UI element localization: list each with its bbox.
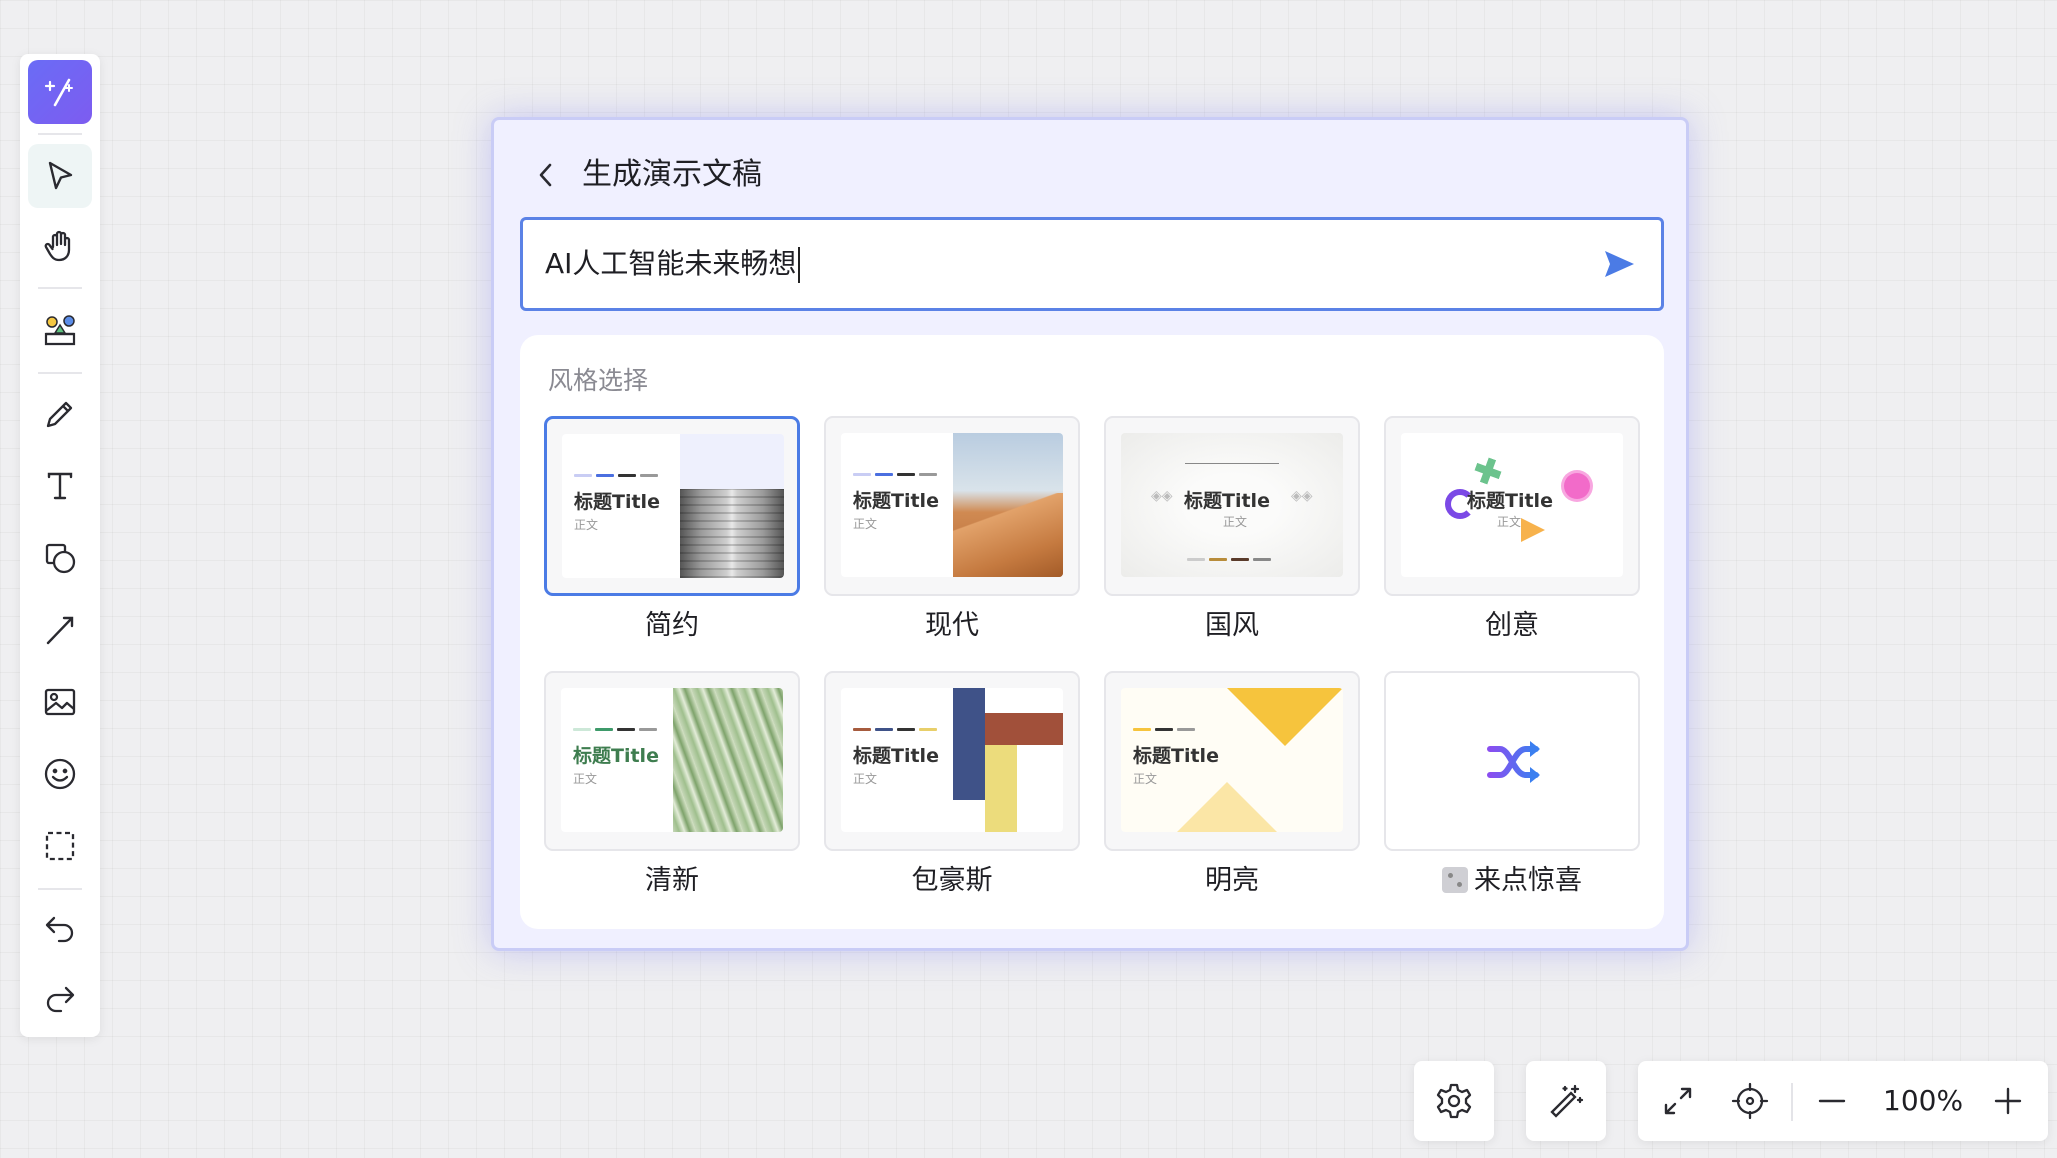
image-icon: [44, 688, 76, 716]
style-card-chinese[interactable]: ◈◈ ◈◈ 标题Title 正文: [1104, 416, 1360, 596]
zoom-out-button[interactable]: [1806, 1075, 1858, 1127]
style-preview: 标题Title 正文: [1121, 688, 1343, 832]
left-toolbar: [20, 54, 100, 1037]
style-name: 包豪斯: [911, 865, 993, 896]
gear-icon: [1436, 1083, 1472, 1119]
emoji-tool-button[interactable]: [28, 742, 92, 806]
stickers-icon: [44, 315, 76, 346]
image-tool-button[interactable]: [28, 670, 92, 734]
back-button[interactable]: [524, 148, 568, 202]
stickers-tool-button[interactable]: [28, 298, 92, 362]
ai-magic-button[interactable]: [28, 60, 92, 124]
style-card-bauhaus[interactable]: 标题Title 正文: [824, 671, 1080, 851]
minus-icon: [1818, 1099, 1846, 1103]
prompt-input-value[interactable]: AI人工智能未来畅想: [545, 220, 800, 308]
shapes-icon: [45, 543, 76, 574]
style-card-modern[interactable]: 标题Title 正文: [824, 416, 1080, 596]
style-card-fresh[interactable]: 标题Title 正文: [544, 671, 800, 851]
style-section-label: 风格选择: [548, 366, 649, 395]
settings-control: [1414, 1061, 1494, 1141]
undo-button[interactable]: [28, 896, 92, 960]
toolbar-divider: [38, 888, 82, 890]
hand-pan-icon: [44, 230, 71, 262]
style-name: 国风: [1205, 610, 1259, 641]
plus-icon: [1994, 1087, 2022, 1115]
settings-button[interactable]: [1428, 1075, 1480, 1127]
style-selection-panel: 风格选择 标题Title 正文 简约 标题Title 正文 现代 ◈◈ ◈◈ 标…: [520, 335, 1664, 929]
style-name: 清新: [645, 865, 699, 896]
frame-select-tool-button[interactable]: [28, 814, 92, 878]
redo-button[interactable]: [28, 966, 92, 1030]
style-preview: 标题Title 正文: [841, 688, 1063, 832]
emoji-icon: [44, 758, 76, 790]
view-controls: 100%: [1638, 1061, 2048, 1141]
line-icon: [46, 616, 74, 645]
shapes-tool-button[interactable]: [28, 526, 92, 590]
magic-wand-icon: [1550, 1084, 1584, 1118]
ai-assist-control: [1526, 1061, 1606, 1141]
style-preview: 标题Title 正文: [841, 433, 1063, 577]
send-button[interactable]: [1601, 246, 1637, 282]
text-tool-button[interactable]: [28, 454, 92, 518]
toolbar-divider: [38, 287, 82, 289]
zoom-level: 100%: [1883, 1084, 1964, 1117]
expand-icon: [1664, 1087, 1692, 1115]
style-preview: 标题Title 正文: [1401, 433, 1623, 577]
style-name-surprise: 来点惊喜: [1384, 858, 1640, 897]
style-card-simple[interactable]: 标题Title 正文: [544, 416, 800, 596]
style-preview: ◈◈ ◈◈ 标题Title 正文: [1121, 433, 1343, 577]
chevron-left-icon: [539, 163, 552, 187]
send-icon: [1605, 251, 1634, 277]
fullscreen-button[interactable]: [1652, 1075, 1704, 1127]
shuffle-icon: [1487, 741, 1540, 783]
redo-icon: [46, 986, 75, 1013]
zoom-in-button[interactable]: [1982, 1075, 2034, 1127]
style-name: 现代: [925, 610, 979, 641]
locate-center-button[interactable]: [1724, 1075, 1776, 1127]
pencil-tool-button[interactable]: [28, 382, 92, 446]
dialog-title: 生成演示文稿: [582, 157, 762, 192]
select-tool-button[interactable]: [28, 144, 92, 208]
style-name: 明亮: [1205, 865, 1259, 896]
controls-divider: [1791, 1083, 1793, 1121]
magic-wand-button[interactable]: [1540, 1075, 1592, 1127]
toolbar-divider: [38, 133, 82, 135]
ai-magic-icon: [44, 78, 73, 107]
text-icon: [47, 472, 73, 500]
style-name: 简约: [645, 610, 699, 641]
style-card-bright[interactable]: 标题Title 正文: [1104, 671, 1360, 851]
style-card-surprise[interactable]: [1384, 671, 1640, 851]
crosshair-icon: [1731, 1082, 1769, 1120]
line-tool-button[interactable]: [28, 598, 92, 662]
style-name: 创意: [1485, 610, 1539, 641]
generate-presentation-dialog: 生成演示文稿 AI人工智能未来畅想 风格选择 标题Title 正文 简约 标题T…: [491, 117, 1689, 951]
frame-select-icon: [45, 831, 75, 861]
toolbar-divider: [38, 372, 82, 374]
hand-tool-button[interactable]: [28, 214, 92, 278]
style-preview: 标题Title 正文: [562, 434, 784, 578]
undo-icon: [45, 916, 74, 943]
select-cursor-icon: [48, 161, 73, 190]
style-preview: 标题Title 正文: [561, 688, 783, 832]
pencil-icon: [46, 401, 73, 428]
dice-icon: [1442, 867, 1468, 893]
style-card-creative[interactable]: 标题Title 正文: [1384, 416, 1640, 596]
prompt-input[interactable]: AI人工智能未来畅想: [520, 217, 1664, 311]
